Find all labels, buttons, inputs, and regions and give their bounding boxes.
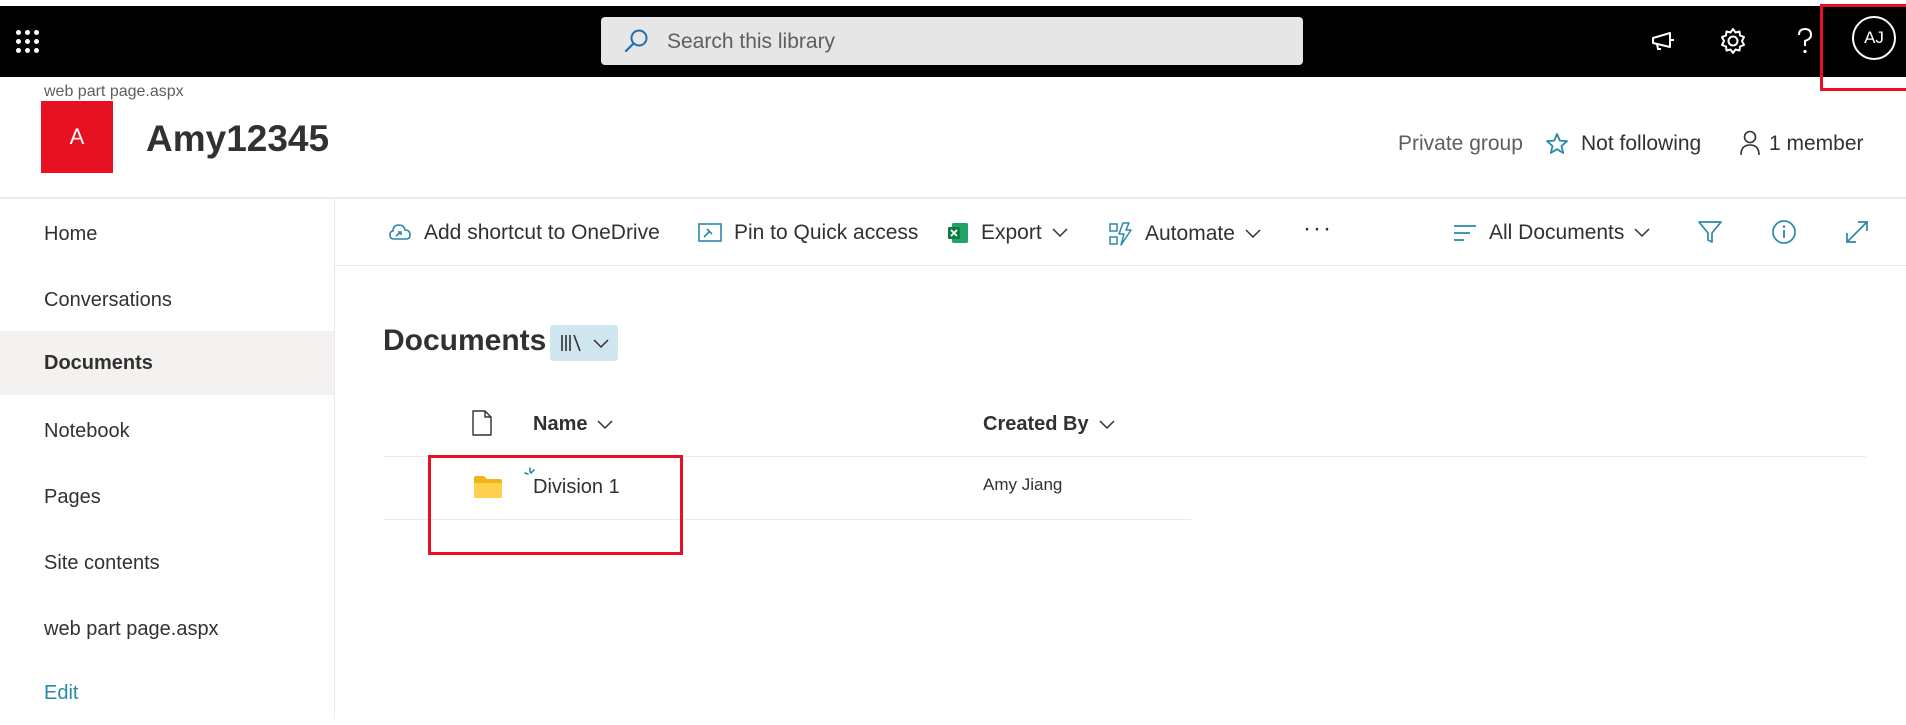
list-view-icon [1454, 225, 1476, 241]
site-title[interactable]: Amy12345 [146, 118, 329, 160]
pin-label: Pin to Quick access [734, 221, 919, 244]
automate-button[interactable]: Automate [1108, 221, 1272, 247]
search-input[interactable]: Search this library [667, 30, 835, 54]
megaphone-icon[interactable] [1648, 26, 1678, 56]
chevron-down-icon [593, 339, 609, 349]
automate-label: Automate [1145, 222, 1235, 245]
view-selector[interactable]: All Documents [1452, 221, 1661, 245]
created-by-value: Amy Jiang [983, 475, 1063, 494]
nav-item-home[interactable]: Home [0, 202, 334, 266]
pin-icon [698, 223, 722, 242]
cloud-shortcut-icon [389, 224, 411, 240]
chevron-down-icon [1634, 228, 1650, 238]
add-shortcut-button[interactable]: Add shortcut to OneDrive [387, 221, 660, 245]
app-launcher-icon[interactable] [16, 30, 40, 54]
library-title: Documents [383, 324, 547, 357]
column-header-name[interactable]: Name [533, 413, 614, 436]
chevron-down-icon [1099, 419, 1115, 429]
star-icon[interactable] [1545, 132, 1569, 156]
help-icon[interactable] [1790, 26, 1820, 56]
search-icon [624, 29, 648, 53]
filter-icon[interactable] [1697, 219, 1723, 245]
nav-item-documents[interactable]: Documents [0, 331, 334, 395]
more-commands-button[interactable]: ··· [1303, 215, 1333, 243]
gear-icon[interactable] [1718, 26, 1748, 56]
export-button[interactable]: Export [946, 221, 1079, 245]
column-header-created-by[interactable]: Created By [983, 413, 1115, 436]
expand-icon[interactable] [1843, 218, 1871, 246]
nav-item-site-contents[interactable]: Site contents [0, 531, 334, 595]
nav-item-conversations[interactable]: Conversations [0, 268, 334, 332]
nav-item-pages[interactable]: Pages [0, 465, 334, 529]
site-logo[interactable]: A [41, 101, 113, 173]
info-icon[interactable] [1770, 218, 1798, 246]
pin-quick-access-button[interactable]: Pin to Quick access [697, 221, 918, 245]
person-icon[interactable] [1739, 130, 1761, 156]
excel-icon [948, 223, 968, 243]
chevron-down-icon [597, 419, 614, 429]
library-icon [561, 334, 581, 352]
chevron-down-icon [1245, 229, 1261, 239]
search-box[interactable]: Search this library [601, 17, 1303, 65]
group-privacy: Private group [1398, 132, 1523, 155]
column-name-label: Name [533, 413, 588, 435]
account-avatar[interactable]: AJ [1852, 16, 1896, 60]
nav-item-web-part-page[interactable]: web part page.aspx [0, 597, 334, 661]
left-navigation: Home Conversations Documents Notebook Pa… [0, 199, 335, 719]
nav-edit-link[interactable]: Edit [0, 661, 334, 725]
flow-icon [1109, 222, 1132, 246]
library-view-button[interactable] [550, 325, 618, 361]
follow-button[interactable]: Not following [1581, 132, 1701, 156]
suite-header: Search this library [0, 6, 1906, 77]
command-bar: Add shortcut to OneDrive Pin to Quick ac… [335, 199, 1906, 266]
chevron-down-icon [1052, 228, 1068, 238]
column-created-by-label: Created By [983, 413, 1089, 435]
add-shortcut-label: Add shortcut to OneDrive [424, 221, 660, 244]
export-label: Export [981, 221, 1042, 244]
highlight-box-folder [428, 455, 683, 555]
nav-item-notebook[interactable]: Notebook [0, 399, 334, 463]
breadcrumb[interactable]: web part page.aspx [44, 83, 184, 101]
view-label: All Documents [1489, 221, 1625, 244]
file-type-icon[interactable] [471, 410, 493, 436]
members-button[interactable]: 1 member [1769, 132, 1864, 156]
